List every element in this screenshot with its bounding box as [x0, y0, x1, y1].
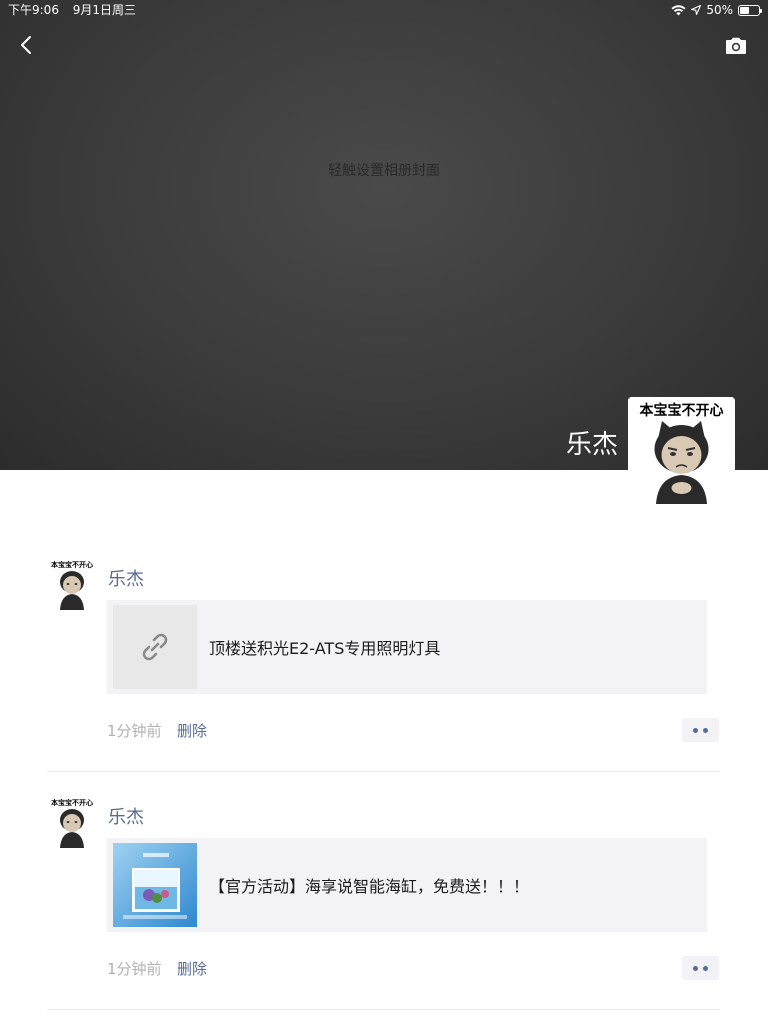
status-date: 9月1日周三: [72, 3, 137, 17]
location-arrow-icon: [691, 5, 702, 15]
camera-icon: [726, 37, 746, 54]
link-icon: [142, 633, 168, 661]
more-dots-icon: [703, 965, 708, 971]
post-author[interactable]: 乐杰: [108, 803, 144, 829]
cover-hint-text[interactable]: 轻触设置相册封面: [0, 160, 768, 180]
post-avatar[interactable]: 本宝宝不开心: [47, 798, 97, 848]
feed-post: 本宝宝不开心 乐杰: [0, 470, 768, 742]
post-avatar[interactable]: 本宝宝不开心: [47, 560, 97, 610]
back-button[interactable]: [14, 33, 38, 57]
avatar-image: 本宝宝不开心: [47, 798, 97, 848]
camera-button[interactable]: [724, 35, 748, 57]
avatar-caption: 本宝宝不开心: [50, 798, 93, 807]
post-time: 1分钟前: [107, 960, 162, 978]
status-time: 下午9:06: [8, 3, 59, 17]
link-thumbnail: [113, 843, 197, 927]
link-title: 【官方活动】海享说智能海缸，免费送！！！: [209, 877, 530, 896]
avatar-image: 本宝宝不开心: [47, 560, 97, 610]
link-card[interactable]: 顶楼送积光E2-ATS专用照明灯具: [107, 600, 707, 694]
link-card[interactable]: 【官方活动】海享说智能海缸，免费送！！！: [107, 838, 707, 932]
more-dots-icon: [693, 965, 698, 971]
link-thumbnail: [113, 605, 197, 689]
feed-post: 本宝宝不开心 乐杰: [0, 708, 768, 980]
delete-button[interactable]: 删除: [177, 958, 207, 979]
chevron-left-icon: [21, 36, 31, 54]
battery-percent: 50%: [706, 3, 733, 17]
wifi-icon: [671, 4, 686, 15]
battery-level: [740, 6, 749, 14]
link-title: 顶楼送积光E2-ATS专用照明灯具: [209, 639, 441, 658]
avatar-caption: 本宝宝不开心: [640, 402, 724, 419]
aquarium-image: [113, 843, 197, 927]
post-divider: [47, 1009, 720, 1010]
status-bar: 下午9:06 9月1日周三 50%: [0, 0, 768, 20]
post-author[interactable]: 乐杰: [108, 565, 144, 591]
profile-name: 乐杰: [565, 430, 618, 460]
battery-icon: [738, 4, 762, 16]
more-button[interactable]: [682, 956, 719, 980]
avatar-caption: 本宝宝不开心: [50, 560, 93, 569]
moments-page: 下午9:06 9月1日周三 50% 轻触设置相册封面 乐杰 本宝宝不开心 本宝宝…: [0, 0, 768, 1024]
